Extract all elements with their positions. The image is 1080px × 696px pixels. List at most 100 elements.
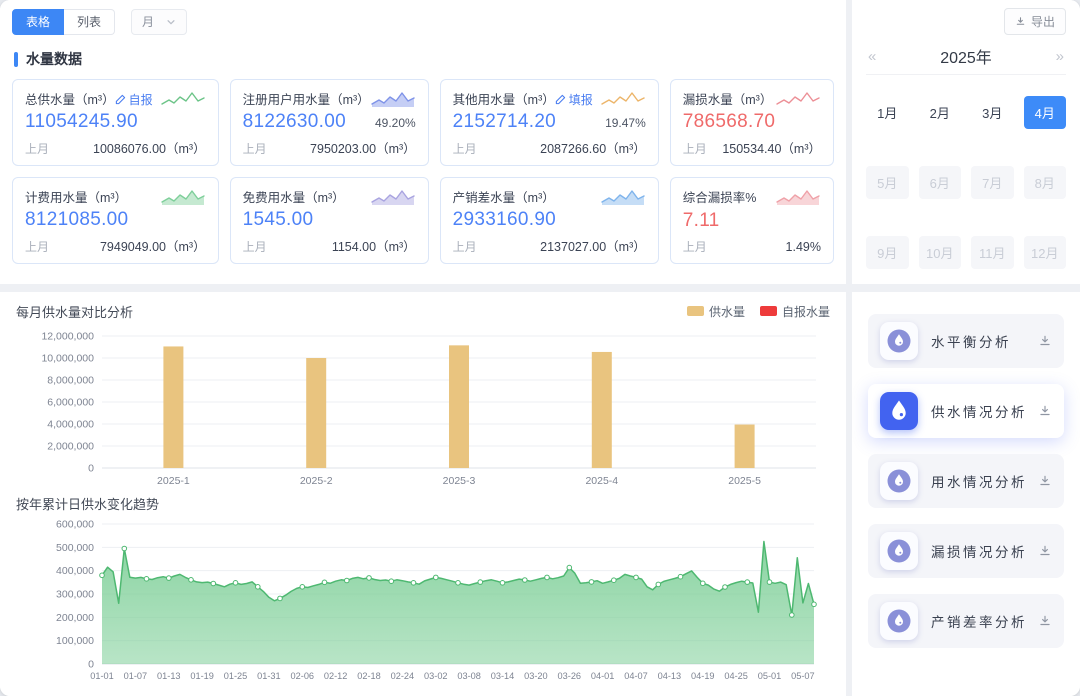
legend-label: 供水量 <box>709 303 745 320</box>
svg-text:500,000: 500,000 <box>56 542 94 554</box>
previous-month-label: 上月 <box>243 238 267 255</box>
sparkline-icon <box>160 187 206 207</box>
previous-month-value: 10086076.00（m³） <box>93 138 206 157</box>
water-drop-tile <box>880 392 918 430</box>
download-icon[interactable] <box>1038 614 1052 628</box>
previous-month-label: 上月 <box>243 140 267 157</box>
svg-text:8,000,000: 8,000,000 <box>47 375 94 387</box>
analysis-item-label: 产销差率分析 <box>931 611 1038 631</box>
legend-label: 自报水量 <box>782 303 830 320</box>
svg-text:200,000: 200,000 <box>56 612 94 624</box>
kpi-card-title: 总供水量（m³） <box>25 89 115 108</box>
svg-text:12,000,000: 12,000,000 <box>41 331 94 343</box>
svg-text:100,000: 100,000 <box>56 635 94 647</box>
download-icon[interactable] <box>1038 404 1052 418</box>
legend-item[interactable]: 供水量 <box>687 303 745 320</box>
calendar-prev-button[interactable]: « <box>866 48 878 65</box>
svg-text:02-06: 02-06 <box>291 671 315 681</box>
water-drop-icon <box>880 602 918 640</box>
sparkline-icon <box>600 187 646 207</box>
svg-text:400,000: 400,000 <box>56 565 94 577</box>
svg-text:600,000: 600,000 <box>56 519 94 531</box>
analysis-item[interactable]: 产销差率分析 <box>868 594 1064 648</box>
svg-text:2025-5: 2025-5 <box>728 475 761 487</box>
month-cell[interactable]: 1月 <box>866 96 909 129</box>
calendar-next-button[interactable]: » <box>1054 48 1066 65</box>
previous-month-label: 上月 <box>25 140 49 157</box>
kpi-card: 总供水量（m³）自报11054245.90上月10086076.00（m³） <box>12 79 219 166</box>
kpi-card: 免费用水量（m³）1545.00上月1154.00（m³） <box>230 177 429 264</box>
chevron-down-icon <box>166 17 176 27</box>
kpi-card-value: 8121085.00 <box>25 209 128 231</box>
svg-text:300,000: 300,000 <box>56 589 94 601</box>
report-link[interactable]: 自报 <box>115 91 153 108</box>
analysis-item[interactable]: 水平衡分析 <box>868 314 1064 368</box>
bar-chart-header: 每月供水量对比分析 供水量 自报水量 <box>16 300 830 322</box>
horizontal-divider <box>0 284 1080 292</box>
svg-text:0: 0 <box>88 463 94 475</box>
calendar-month-grid: 1月2月3月4月5月6月7月8月9月10月11月12月 <box>866 96 1066 269</box>
download-icon[interactable] <box>1038 334 1052 348</box>
svg-text:03-14: 03-14 <box>491 671 515 681</box>
svg-text:10,000,000: 10,000,000 <box>41 353 94 365</box>
section-header: 水量数据 <box>14 49 834 69</box>
month-cell: 6月 <box>919 166 962 199</box>
analysis-item[interactable]: 漏损情况分析 <box>868 524 1064 578</box>
svg-text:04-07: 04-07 <box>624 671 648 681</box>
analysis-item[interactable]: 供水情况分析 <box>868 384 1064 438</box>
calendar-year-label: 2025年 <box>940 44 992 68</box>
svg-text:04-19: 04-19 <box>691 671 715 681</box>
water-drop-icon <box>880 322 918 360</box>
svg-text:03-08: 03-08 <box>457 671 481 681</box>
download-icon[interactable] <box>1038 474 1052 488</box>
month-cell: 10月 <box>919 236 962 269</box>
legend-item[interactable]: 自报水量 <box>760 303 830 320</box>
previous-month-label: 上月 <box>683 238 707 255</box>
previous-month-value: 7949049.00（m³） <box>100 236 206 255</box>
report-link-label: 自报 <box>129 91 153 108</box>
download-icon[interactable] <box>1038 544 1052 558</box>
month-cell[interactable]: 3月 <box>971 96 1014 129</box>
charts-panel: 每月供水量对比分析 供水量自报水量 02,000,0004,000,0006,0… <box>0 292 846 696</box>
svg-text:2025-4: 2025-4 <box>585 475 618 487</box>
period-select[interactable]: 月 <box>131 9 187 35</box>
report-link[interactable]: 填报 <box>555 91 593 108</box>
period-select-value: 月 <box>142 15 154 29</box>
month-cell[interactable]: 2月 <box>919 96 962 129</box>
water-data-panel: 表格列表 月 水量数据 总供水量（m³）自报11054245.90上月10086… <box>0 0 846 284</box>
tab-table[interactable]: 表格 <box>12 9 64 35</box>
svg-text:03-20: 03-20 <box>524 671 548 681</box>
sparkline-icon <box>775 187 821 207</box>
water-drop-icon <box>880 462 918 500</box>
export-button[interactable]: 导出 <box>1004 8 1066 35</box>
svg-text:2025-1: 2025-1 <box>157 475 190 487</box>
previous-month-label: 上月 <box>25 238 49 255</box>
kpi-card: 其他用水量（m³）填报2152714.2019.47%上月2087266.60（… <box>440 79 659 166</box>
svg-text:04-25: 04-25 <box>724 671 748 681</box>
previous-month-value: 2137027.00（m³） <box>540 236 646 255</box>
analysis-item-label: 漏损情况分析 <box>931 541 1038 561</box>
svg-text:04-01: 04-01 <box>591 671 615 681</box>
svg-text:2025-3: 2025-3 <box>443 475 476 487</box>
kpi-card: 综合漏损率%7.11上月1.49% <box>670 177 834 264</box>
previous-month-value: 2087266.60（m³） <box>540 138 646 157</box>
svg-text:02-12: 02-12 <box>324 671 348 681</box>
legend-swatch <box>760 306 777 316</box>
kpi-card-value: 2152714.20 <box>453 111 556 133</box>
view-tabs: 表格列表 <box>12 9 115 35</box>
kpi-card-value: 786568.70 <box>683 111 776 133</box>
kpi-card-value: 7.11 <box>683 210 720 232</box>
month-cell[interactable]: 4月 <box>1024 96 1067 129</box>
analysis-item[interactable]: 用水情况分析 <box>868 454 1064 508</box>
svg-text:03-02: 03-02 <box>424 671 448 681</box>
kpi-card-title: 产销差水量（m³） <box>453 187 555 206</box>
svg-text:6,000,000: 6,000,000 <box>47 397 94 409</box>
month-cell: 7月 <box>971 166 1014 199</box>
previous-month-label: 上月 <box>453 238 477 255</box>
bar-chart-title: 每月供水量对比分析 <box>16 302 133 321</box>
month-cell: 8月 <box>1024 166 1067 199</box>
tab-list[interactable]: 列表 <box>64 9 115 35</box>
month-cell: 5月 <box>866 166 909 199</box>
sparkline-icon <box>600 89 646 109</box>
previous-month-label: 上月 <box>453 140 477 157</box>
